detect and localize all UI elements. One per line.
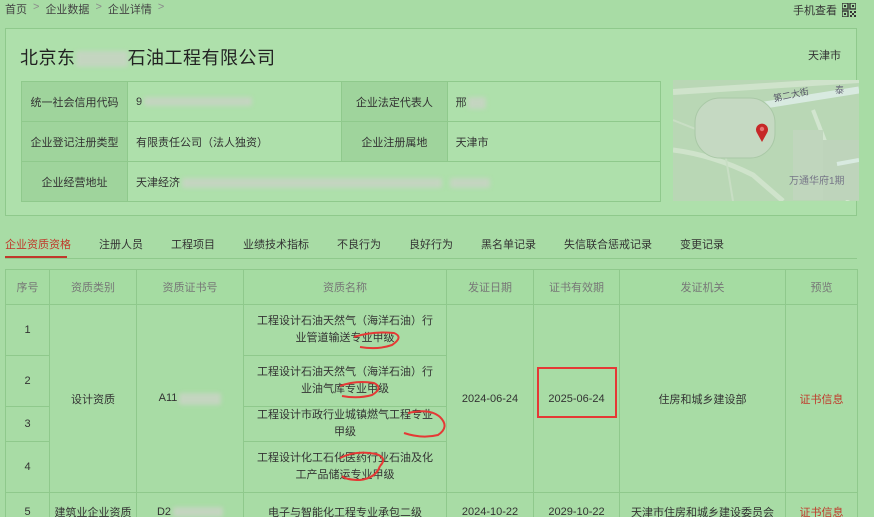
column-header: 资质类别 xyxy=(49,269,137,305)
reg-type-value: 有限责任公司（法人独资） xyxy=(127,121,343,162)
map-poi-label: 万通华府1期 xyxy=(789,176,845,187)
table-header-row: 序号 资质类别 资质证书号 资质名称 发证日期 证书有效期 发证机关 预览 xyxy=(5,269,858,305)
breadcrumb-separator-icon: > xyxy=(95,1,102,13)
address-value: 天津经济 xyxy=(127,161,661,202)
location-map[interactable]: 第二大街 泰 万通华府1期 xyxy=(673,80,859,201)
tab-good-behavior[interactable]: 良好行为 xyxy=(409,236,453,252)
column-header: 资质证书号 xyxy=(136,269,244,305)
breadcrumb-home[interactable]: 首页 xyxy=(5,1,27,17)
reg-place-value: 天津市 xyxy=(446,121,662,162)
redacted-text xyxy=(75,51,128,68)
column-header: 证书有效期 xyxy=(533,269,620,305)
address-label: 企业经营地址 xyxy=(20,161,129,202)
tab-divider xyxy=(5,258,857,259)
issuing-authority: 住房和城乡建设部 xyxy=(619,304,786,493)
row-number: 1 xyxy=(5,304,50,356)
certificate-info-link[interactable]: 证书信息 xyxy=(785,492,858,517)
certificate-info-link[interactable]: 证书信息 xyxy=(785,304,858,493)
company-name-prefix: 北京东 xyxy=(20,48,76,68)
redacted-text xyxy=(450,177,491,188)
table-row: 5 建筑业企业资质 D2 电子与智能化工程专业承包二级 2024-10-22 2… xyxy=(5,492,858,517)
map-marker-icon xyxy=(756,123,768,142)
mobile-view-button[interactable]: 手机查看 xyxy=(793,2,856,18)
row-number: 4 xyxy=(5,441,50,493)
handwritten-mark-icon xyxy=(339,451,385,482)
handwritten-mark-icon xyxy=(403,410,446,438)
credit-code-label: 统一社会信用代码 xyxy=(20,81,129,122)
redacted-text xyxy=(173,506,224,517)
qualification-category: 建筑业企业资质 xyxy=(49,492,137,517)
qualification-table: 序号 资质类别 资质证书号 资质名称 发证日期 证书有效期 发证机关 预览 1 … xyxy=(5,269,858,517)
redacted-text xyxy=(144,97,253,107)
tab-change-records[interactable]: 变更记录 xyxy=(680,236,724,252)
certificate-number: D2 xyxy=(136,492,244,517)
column-header: 资质名称 xyxy=(243,269,447,305)
breadcrumb: 首页 > 企业数据 > 企业详情 > xyxy=(5,1,164,17)
qualification-name: 工程设计化工石化医药行业石油及化工产品储运专业甲级 xyxy=(243,441,447,493)
redacted-text xyxy=(179,392,222,405)
qr-code-icon xyxy=(842,3,856,17)
expiry-date: 2025-06-24 xyxy=(533,304,620,493)
legal-rep-value: 邢 xyxy=(446,81,662,122)
company-name: 北京东 石油工程有限公司 xyxy=(20,44,276,70)
tab-projects[interactable]: 工程项目 xyxy=(171,236,215,252)
qualification-name: 电子与智能化工程专业承包二级 xyxy=(243,492,447,517)
tab-blacklist[interactable]: 黑名单记录 xyxy=(481,236,536,252)
issue-date: 2024-06-24 xyxy=(446,304,534,493)
company-card: 北京东 石油工程有限公司 天津市 统一社会信用代码 9 企业法定代表人 邢 企业登… xyxy=(5,28,859,216)
mobile-view-label: 手机查看 xyxy=(793,5,837,17)
reg-type-label: 企业登记注册类型 xyxy=(20,121,129,162)
map-poi-label-2: 泰 xyxy=(835,85,845,95)
credit-code-value: 9 xyxy=(127,81,343,122)
qualification-name: 工程设计市政行业城镇燃气工程专业甲级 xyxy=(243,406,447,442)
certificate-number: A11 xyxy=(136,304,244,493)
row-number: 5 xyxy=(5,492,50,517)
handwritten-mark-icon xyxy=(353,331,400,350)
breadcrumb-enterprise-data[interactable]: 企业数据 xyxy=(45,1,89,17)
table-row: 1 设计资质 A11 工程设计石油天然气（海洋石油）行业管道输送专业甲级 202… xyxy=(5,304,858,493)
breadcrumb-separator-icon: > xyxy=(33,1,40,13)
top-bar: 首页 > 企业数据 > 企业详情 > 手机查看 xyxy=(0,0,874,20)
issue-date: 2024-10-22 xyxy=(446,492,534,517)
row-number: 2 xyxy=(5,355,50,407)
legal-rep-label: 企业法定代表人 xyxy=(341,81,448,122)
company-name-suffix: 石油工程有限公司 xyxy=(127,48,276,68)
tab-bar: 企业资质资格 注册人员 工程项目 业绩技术指标 不良行为 良好行为 黑名单记录 … xyxy=(5,236,752,252)
qualification-category: 设计资质 xyxy=(49,304,137,493)
column-header: 序号 xyxy=(5,269,50,305)
breadcrumb-separator-icon: > xyxy=(157,1,165,13)
breadcrumb-enterprise-detail: 企业详情 xyxy=(107,4,152,16)
issuing-authority: 天津市住房和城乡建设委员会 xyxy=(619,492,786,517)
column-header: 发证机关 xyxy=(619,269,786,305)
tab-registered-personnel[interactable]: 注册人员 xyxy=(99,236,143,252)
column-header: 预览 xyxy=(785,269,858,305)
qualification-name: 工程设计石油天然气（海洋石油）行业油气库专业甲级 xyxy=(243,355,447,407)
reg-place-label: 企业注册属地 xyxy=(341,121,448,162)
company-city: 天津市 xyxy=(808,50,841,62)
redacted-text xyxy=(467,96,486,109)
tab-joint-punishment[interactable]: 失信联合惩戒记录 xyxy=(564,236,652,252)
row-number: 3 xyxy=(5,406,50,442)
redacted-text xyxy=(182,177,443,188)
tab-bad-behavior[interactable]: 不良行为 xyxy=(337,236,381,252)
column-header: 发证日期 xyxy=(446,269,534,305)
tab-qualification[interactable]: 企业资质资格 xyxy=(5,236,71,252)
handwritten-mark-icon xyxy=(339,381,380,399)
highlight-box xyxy=(537,367,617,418)
company-info-table: 统一社会信用代码 9 企业法定代表人 邢 企业登记注册类型 有限责任公司（法人独… xyxy=(20,81,662,202)
qualification-name: 工程设计石油天然气（海洋石油）行业管道输送专业甲级 xyxy=(243,304,447,356)
tab-performance[interactable]: 业绩技术指标 xyxy=(243,236,309,252)
expiry-date: 2029-10-22 xyxy=(533,492,620,517)
